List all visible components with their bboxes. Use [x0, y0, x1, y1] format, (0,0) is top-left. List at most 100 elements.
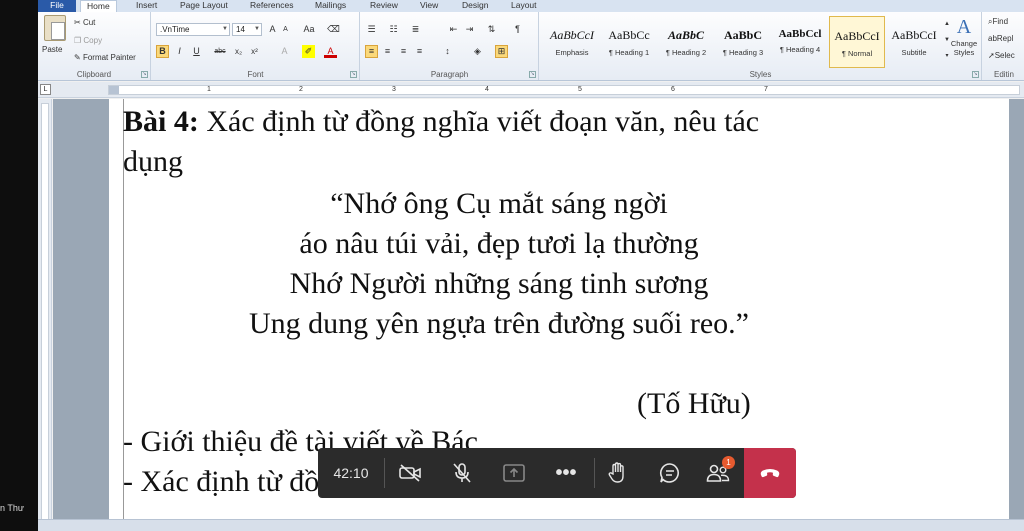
- more-options-button[interactable]: •••: [540, 448, 592, 498]
- select-button[interactable]: ➚Selec: [988, 51, 1015, 60]
- raise-hand-icon: [608, 462, 624, 483]
- paste-icon[interactable]: [44, 15, 66, 41]
- change-case-icon[interactable]: Aa: [300, 23, 318, 36]
- vertical-ruler[interactable]: [38, 99, 52, 531]
- line-spacing-icon[interactable]: ↕: [441, 45, 454, 58]
- chevron-down-icon: ▼: [222, 26, 228, 32]
- tab-review[interactable]: Review: [364, 0, 404, 12]
- borders-icon[interactable]: ⊞: [495, 45, 508, 58]
- clear-format-icon[interactable]: ⌫: [327, 23, 340, 36]
- tab-stop-selector[interactable]: L: [40, 84, 51, 95]
- horizontal-ruler[interactable]: 1 2 3 4 5 6 7: [108, 85, 1020, 95]
- style-heading-2[interactable]: AaBbC ¶ Heading 2: [658, 16, 714, 68]
- align-right-icon[interactable]: ≡: [397, 45, 410, 58]
- poem-author: (Tố Hữu): [637, 387, 751, 420]
- replace-button[interactable]: abRepl: [988, 34, 1013, 43]
- font-size-combo[interactable]: 14 ▼: [232, 23, 262, 36]
- numbering-icon[interactable]: ☷: [387, 23, 400, 36]
- raise-hand-button[interactable]: [592, 448, 644, 498]
- multilevel-list-icon[interactable]: ≣: [409, 23, 422, 36]
- subscript-button[interactable]: x₂: [232, 45, 245, 58]
- clipboard-launcher[interactable]: ↘: [141, 71, 148, 78]
- style-normal[interactable]: AaBbCcI ¶ Normal: [829, 16, 885, 68]
- chat-button[interactable]: [644, 448, 696, 498]
- poem-line-2: áo nâu túi vải, đẹp tươi lạ thường: [299, 227, 699, 260]
- ruler-tick: 1: [207, 86, 211, 93]
- bold-button[interactable]: B: [156, 45, 169, 58]
- chevron-down-icon: ▼: [254, 26, 260, 32]
- hang-up-button[interactable]: [744, 448, 796, 498]
- copy-button[interactable]: ❐ Copy: [74, 36, 102, 45]
- shading-icon[interactable]: ◈: [471, 45, 484, 58]
- font-label: Font: [247, 70, 264, 79]
- camera-off-icon: [399, 464, 421, 482]
- shrink-font-icon[interactable]: A: [279, 23, 292, 36]
- highlight-icon[interactable]: ✐: [302, 45, 315, 58]
- align-left-icon[interactable]: ≡: [365, 45, 378, 58]
- pilcrow-icon[interactable]: ¶: [511, 23, 524, 36]
- tab-page-layout[interactable]: Page Layout: [174, 0, 234, 12]
- exercise-heading: Bài 4: Xác định từ đồng nghĩa viết đoạn …: [123, 105, 760, 138]
- style-emphasis[interactable]: AaBbCcI Emphasis: [544, 16, 600, 68]
- style-subtitle[interactable]: AaBbCcI Subtitle: [886, 16, 942, 68]
- call-control-bar: 42:10 ••• 1: [318, 448, 796, 498]
- paragraph-launcher[interactable]: ↘: [529, 71, 536, 78]
- ruler-margin: [109, 86, 119, 94]
- italic-button[interactable]: I: [173, 45, 186, 58]
- editing-label: Editin: [993, 70, 1014, 79]
- share-screen-button[interactable]: [488, 448, 540, 498]
- mic-off-icon: [453, 463, 471, 483]
- style-heading-1[interactable]: AaBbCc ¶ Heading 1: [601, 16, 657, 68]
- tab-references[interactable]: References: [244, 0, 299, 12]
- cut-button[interactable]: ✂ Cut: [74, 18, 95, 27]
- font-color-icon[interactable]: A: [324, 45, 337, 58]
- phone-hangup-icon: [760, 469, 780, 478]
- font-group: .VnTime ▼ 14 ▼ A A Aa ⌫ B I U abc x₂ x² A …: [152, 12, 360, 80]
- poem-line-1: “Nhớ ông Cụ mắt sáng ngời: [330, 187, 668, 220]
- tab-view[interactable]: View: [414, 0, 444, 12]
- more-icon: •••: [555, 461, 577, 484]
- style-heading-4[interactable]: AaBbCcl ¶ Heading 4: [772, 16, 828, 68]
- decrease-indent-icon[interactable]: ⇤: [447, 23, 460, 36]
- justify-icon[interactable]: ≡: [413, 45, 426, 58]
- call-timer: 42:10: [333, 465, 369, 481]
- participants-button[interactable]: 1: [692, 448, 744, 498]
- underline-button[interactable]: U: [190, 45, 203, 58]
- bullets-icon[interactable]: ☰: [365, 23, 378, 36]
- style-heading-3[interactable]: AaBbC ¶ Heading 3: [715, 16, 771, 68]
- find-button[interactable]: ⌕Find: [988, 17, 1008, 27]
- styles-launcher[interactable]: ↘: [972, 71, 979, 78]
- paragraph-label: Paragraph: [430, 70, 469, 79]
- increase-indent-icon[interactable]: ⇥: [463, 23, 476, 36]
- tab-file[interactable]: File: [38, 0, 76, 12]
- grow-font-icon[interactable]: A: [266, 23, 279, 36]
- paste-button[interactable]: Paste: [42, 45, 62, 54]
- align-center-icon[interactable]: ≡: [381, 45, 394, 58]
- poem-line-4: Ung dung yên ngựa trên đường suối reo.”: [249, 307, 749, 340]
- chat-icon: [659, 463, 679, 483]
- participants-count-badge: 1: [722, 456, 735, 469]
- tab-mailings[interactable]: Mailings: [309, 0, 352, 12]
- camera-off-button[interactable]: [384, 448, 436, 498]
- video-background: n Thư: [0, 0, 38, 531]
- superscript-button[interactable]: x²: [248, 45, 261, 58]
- participant-name: n Thư: [0, 503, 24, 513]
- font-launcher[interactable]: ↘: [350, 71, 357, 78]
- paragraph-group: ☰ ☷ ≣ ⇤ ⇥ ⇅ ¶ ≡ ≡ ≡ ≡ ↕ ◈ ⊞ Paragraph ↘: [361, 12, 539, 80]
- ruler-tick: 6: [671, 86, 675, 93]
- font-name-combo[interactable]: .VnTime ▼: [156, 23, 230, 36]
- ruler-tick: 7: [764, 86, 768, 93]
- format-painter-button[interactable]: ✎ Format Painter: [74, 53, 136, 62]
- sort-icon[interactable]: ⇅: [485, 23, 498, 36]
- scissors-icon: ✂: [74, 18, 81, 27]
- ribbon-tabs: File Home Insert Page Layout References …: [38, 0, 1024, 13]
- tab-layout[interactable]: Layout: [505, 0, 543, 12]
- status-bar: [38, 519, 1024, 531]
- strikethrough-button[interactable]: abc: [212, 45, 228, 58]
- mic-off-button[interactable]: [436, 448, 488, 498]
- change-styles-button[interactable]: A Change Styles: [944, 16, 984, 57]
- text-effects-icon[interactable]: A: [278, 45, 291, 58]
- tab-design[interactable]: Design: [456, 0, 494, 12]
- share-screen-icon: [503, 464, 525, 482]
- tab-insert[interactable]: Insert: [130, 0, 163, 12]
